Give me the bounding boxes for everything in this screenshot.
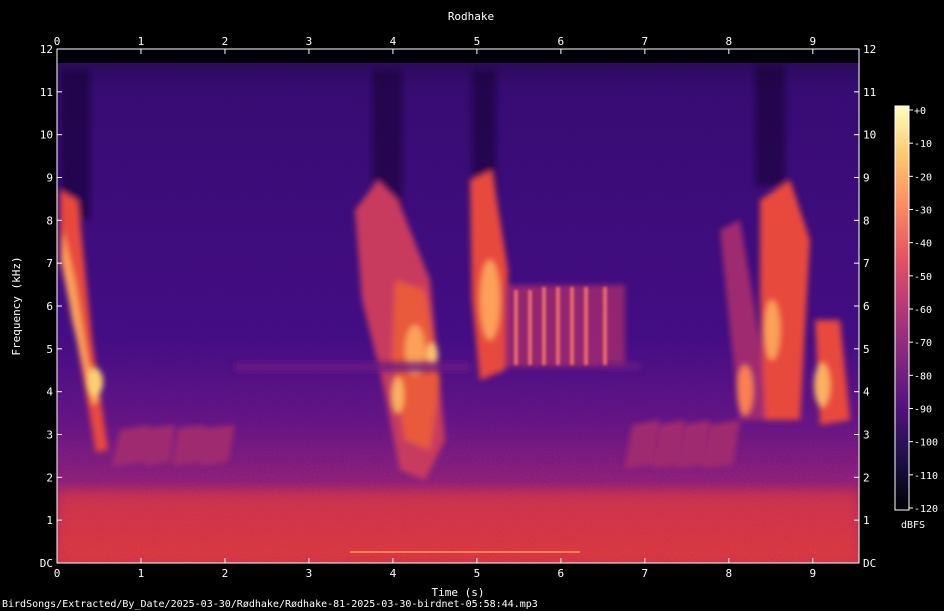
colorbar-ticks: +0 -10 -20 -30 -40 -50 -60 -70 -80 -90 -100 -110 -12… [909, 106, 938, 515]
colorbar-tick-label: +0 [914, 106, 926, 117]
x-tick-label-bottom: 4 [390, 567, 397, 580]
y-tick-label-left: 1 [46, 514, 53, 527]
y-tick-label-right: 12 [863, 43, 876, 56]
colorbar-tick-label: -90 [914, 405, 932, 416]
y-tick-label-left: 10 [40, 129, 53, 142]
y-tick-label-right: 5 [863, 343, 870, 356]
x-tick-label-top: 7 [642, 35, 649, 48]
y-tick-label-right: 4 [863, 386, 870, 399]
x-tick-label-bottom: 9 [809, 567, 816, 580]
colorbar-tick-label: -50 [914, 272, 932, 283]
colorbar-label: dBFS [901, 520, 925, 531]
y-tick-label-right: 7 [863, 257, 870, 270]
x-tick-label-bottom: 5 [474, 567, 481, 580]
y-axis-label: Frequency (kHz) [10, 256, 23, 355]
y-tick-label-left: DC [40, 557, 53, 570]
x-tick-label-bottom: 6 [558, 567, 565, 580]
x-tick-label-bottom: 0 [54, 567, 61, 580]
colorbar-tick-label: -70 [914, 338, 932, 349]
y-tick-label-left: 9 [46, 172, 53, 185]
colorbar: +0 -10 -20 -30 -40 -50 -60 -70 -80 -90 -100 -110 -12… [894, 105, 938, 531]
plot-area [57, 49, 859, 563]
chart-title: Rodhake [448, 10, 494, 23]
y-tick-label-left: 3 [46, 429, 53, 442]
spectrogram-figure: Rodhake 00112233445566778899 DC DC1 12 2… [2, 10, 938, 610]
colorbar-tick-label: -80 [914, 371, 932, 382]
y-tick-label-right: 9 [863, 172, 870, 185]
x-tick-label-bottom: 1 [138, 567, 145, 580]
y-tick-label-left: 5 [46, 343, 53, 356]
y-tick-label-right: 10 [863, 129, 876, 142]
x-axis-label: Time (s) [432, 586, 485, 599]
y-tick-label-left: 12 [40, 43, 53, 56]
y-tick-label-right: DC [863, 557, 876, 570]
y-tick-label-left: 7 [46, 257, 53, 270]
colorbar-tick-label: -20 [914, 172, 932, 183]
x-tick-label-bottom: 3 [306, 567, 313, 580]
x-tick-label-top: 9 [809, 35, 816, 48]
x-tick-label-bottom: 2 [222, 567, 229, 580]
y-tick-label-left: 4 [46, 386, 53, 399]
y-tick-label-right: 1 [863, 514, 870, 527]
colorbar-tick-label: -120 [914, 504, 938, 515]
y-tick-label-right: 8 [863, 214, 870, 227]
x-tick-label-bottom: 8 [726, 567, 733, 580]
y-tick-label-left: 6 [46, 300, 53, 313]
y-tick-label-left: 8 [46, 214, 53, 227]
x-tick-label-bottom: 7 [642, 567, 649, 580]
x-tick-label-top: 5 [474, 35, 481, 48]
dc-line [350, 551, 580, 553]
x-tick-label-top: 4 [390, 35, 397, 48]
colorbar-tick-label: -60 [914, 305, 932, 316]
x-tick-label-top: 2 [222, 35, 229, 48]
y-tick-label-left: 11 [40, 86, 53, 99]
x-tick-label-top: 6 [558, 35, 565, 48]
colorbar-tick-label: -110 [914, 471, 938, 482]
x-tick-label-top: 3 [306, 35, 313, 48]
y-tick-label-right: 3 [863, 429, 870, 442]
x-tick-label-top: 0 [54, 35, 61, 48]
colorbar-tick-label: -40 [914, 239, 932, 250]
y-tick-label-right: 2 [863, 471, 870, 484]
x-tick-label-top: 1 [138, 35, 145, 48]
file-path-footer: BirdSongs/Extracted/By_Date/2025-03-30/R… [2, 599, 538, 610]
x-tick-label-top: 8 [726, 35, 733, 48]
y-tick-label-right: 11 [863, 86, 876, 99]
colorbar-tick-label: -30 [914, 206, 932, 217]
colorbar-tick-label: -10 [914, 139, 932, 150]
colorbar-tick-label: -100 [914, 438, 938, 449]
y-tick-label-left: 2 [46, 471, 53, 484]
colorbar-gradient [895, 106, 909, 510]
y-tick-label-right: 6 [863, 300, 870, 313]
